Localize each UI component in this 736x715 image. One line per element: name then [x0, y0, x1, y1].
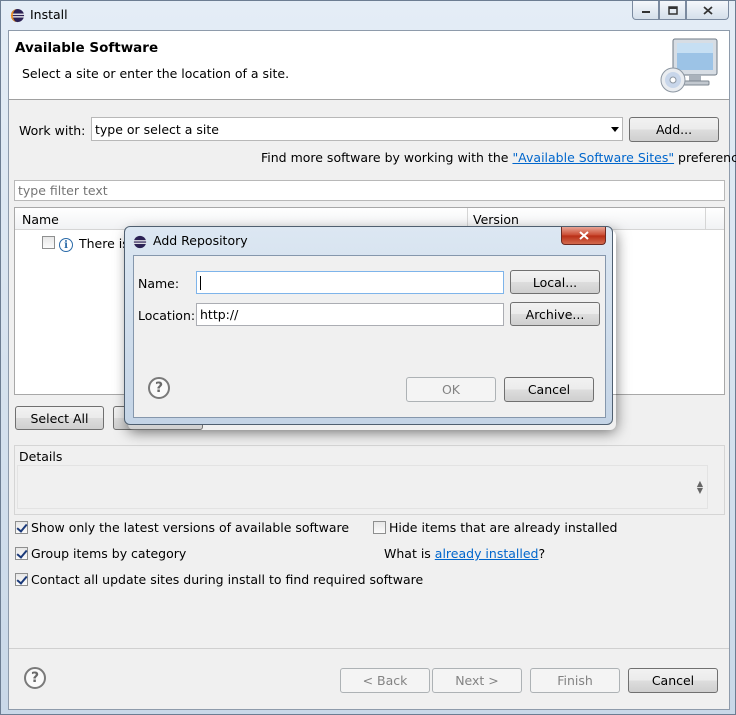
help-icon[interactable]: ?: [24, 667, 46, 689]
text-caret: [200, 276, 201, 290]
name-label: Name:: [138, 276, 180, 291]
minimize-button[interactable]: [632, 1, 659, 20]
minimize-icon: [641, 11, 650, 13]
available-software-sites-link[interactable]: "Available Software Sites": [512, 150, 674, 165]
work-with-label: Work with:: [19, 123, 86, 138]
add-site-button[interactable]: Add...: [629, 117, 719, 142]
select-all-button[interactable]: Select All: [15, 406, 104, 430]
group-by-category-checkbox[interactable]: [15, 547, 28, 560]
location-input[interactable]: [197, 304, 503, 325]
archive-button[interactable]: Archive...: [510, 302, 600, 326]
tree-row-label: There is: [79, 236, 129, 251]
next-button[interactable]: Next >: [432, 668, 522, 693]
show-latest-checkbox[interactable]: [15, 521, 28, 534]
filter-input[interactable]: [15, 181, 724, 200]
add-repository-dialog: Add Repository Name: Local... Location: …: [124, 226, 613, 425]
work-with-value: type or select a site: [95, 122, 219, 137]
contact-sites-label: Contact all update sites during install …: [31, 572, 424, 587]
chevron-down-icon[interactable]: [611, 127, 619, 132]
work-with-combo[interactable]: type or select a site: [91, 117, 623, 141]
wizard-banner: Available Software Select a site or ente…: [9, 31, 729, 100]
dialog-close-button[interactable]: [561, 227, 606, 245]
column-name-header[interactable]: Name: [22, 212, 59, 227]
filter-field[interactable]: [14, 180, 725, 201]
column-divider[interactable]: [705, 208, 706, 230]
info-icon: i: [59, 238, 73, 252]
column-version-header[interactable]: Version: [473, 212, 519, 227]
contact-sites-checkbox[interactable]: [15, 573, 28, 586]
show-latest-label: Show only the latest versions of availab…: [31, 520, 350, 535]
name-field[interactable]: [196, 271, 504, 294]
what-is-suffix: ?: [538, 546, 546, 561]
local-button[interactable]: Local...: [510, 270, 600, 294]
find-more-prefix: Find more software by working with the: [261, 150, 513, 165]
what-is-prefix: What is: [384, 546, 435, 561]
hide-installed-checkbox[interactable]: [373, 521, 386, 534]
dialog-body: Name: Local... Location: Archive... ? OK…: [133, 255, 606, 418]
page-title: Available Software: [15, 40, 159, 56]
hide-installed-label: Hide items that are already installed: [389, 520, 618, 535]
name-input[interactable]: [197, 272, 503, 293]
find-more-suffix: preferences.: [678, 150, 736, 165]
group-by-category-label: Group items by category: [31, 546, 187, 561]
scroll-arrows-icon[interactable]: ▲ ▼: [697, 480, 703, 495]
eclipse-icon: [10, 8, 25, 23]
maximize-icon: [667, 5, 678, 15]
close-icon: [702, 5, 713, 15]
location-label: Location:: [138, 308, 196, 323]
window-title: Install: [30, 7, 68, 22]
ok-button[interactable]: OK: [406, 377, 496, 402]
footer-separator: [9, 648, 729, 649]
maximize-button[interactable]: [659, 1, 686, 20]
back-button[interactable]: < Back: [340, 668, 430, 693]
title-bar[interactable]: Install: [1, 1, 735, 29]
page-description: Select a site or enter the location of a…: [22, 66, 290, 81]
tree-row-checkbox[interactable]: [42, 236, 55, 249]
find-more-text: Find more software by working with the "…: [261, 150, 736, 165]
dialog-cancel-button[interactable]: Cancel: [504, 377, 594, 402]
close-button[interactable]: [686, 1, 729, 20]
eclipse-icon: [133, 235, 147, 249]
what-is-installed-text: What is already installed?: [384, 546, 545, 561]
finish-button[interactable]: Finish: [530, 668, 620, 693]
location-field[interactable]: [196, 303, 504, 326]
details-text-area[interactable]: ▲ ▼: [17, 465, 708, 509]
cancel-button[interactable]: Cancel: [628, 668, 718, 693]
details-label: Details: [17, 449, 65, 464]
close-icon: [578, 231, 589, 240]
already-installed-link[interactable]: already installed: [435, 546, 539, 561]
install-cd-monitor-icon: [660, 38, 718, 93]
dialog-title: Add Repository: [153, 233, 248, 248]
help-icon[interactable]: ?: [148, 377, 170, 399]
